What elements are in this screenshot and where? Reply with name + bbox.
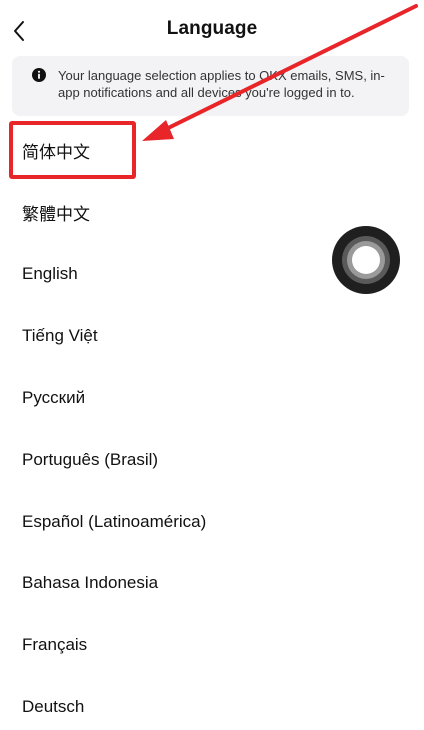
language-option-russian[interactable]: Русский bbox=[0, 367, 424, 429]
language-option-french[interactable]: Français bbox=[0, 614, 424, 676]
language-notice: Your language selection applies to OKX e… bbox=[12, 56, 409, 116]
language-option-vietnamese[interactable]: Tiếng Việt bbox=[0, 305, 424, 367]
notice-text: Your language selection applies to OKX e… bbox=[58, 68, 385, 100]
language-label: Français bbox=[22, 635, 88, 655]
language-option-spanish-latam[interactable]: Español (Latinoamérica) bbox=[0, 491, 424, 553]
language-label: Deutsch bbox=[22, 697, 85, 717]
language-option-portuguese-brazil[interactable]: Português (Brasil) bbox=[0, 429, 424, 491]
language-label: Español (Latinoamérica) bbox=[22, 511, 207, 531]
page-title: Language bbox=[166, 18, 258, 39]
language-option-german[interactable]: Deutsch bbox=[0, 676, 424, 730]
language-option-indonesian[interactable]: Bahasa Indonesia bbox=[0, 553, 424, 615]
language-label: Bahasa Indonesia bbox=[22, 573, 159, 593]
language-label: Português (Brasil) bbox=[22, 449, 159, 469]
language-label: Русский bbox=[22, 388, 86, 408]
language-label: English bbox=[22, 264, 78, 284]
info-icon bbox=[32, 68, 46, 82]
language-label: 简体中文 bbox=[22, 143, 90, 163]
language-list: 简体中文 繁體中文 English Tiếng Việt Русский Por… bbox=[0, 120, 424, 730]
assistive-touch-button[interactable] bbox=[332, 226, 400, 294]
language-option-simplified-chinese[interactable]: 简体中文 bbox=[0, 120, 424, 182]
assistive-touch-icon bbox=[332, 226, 400, 294]
language-label: Tiếng Việt bbox=[22, 326, 98, 346]
language-label: 繁體中文 bbox=[22, 205, 90, 225]
header-bar: Language bbox=[0, 0, 424, 60]
